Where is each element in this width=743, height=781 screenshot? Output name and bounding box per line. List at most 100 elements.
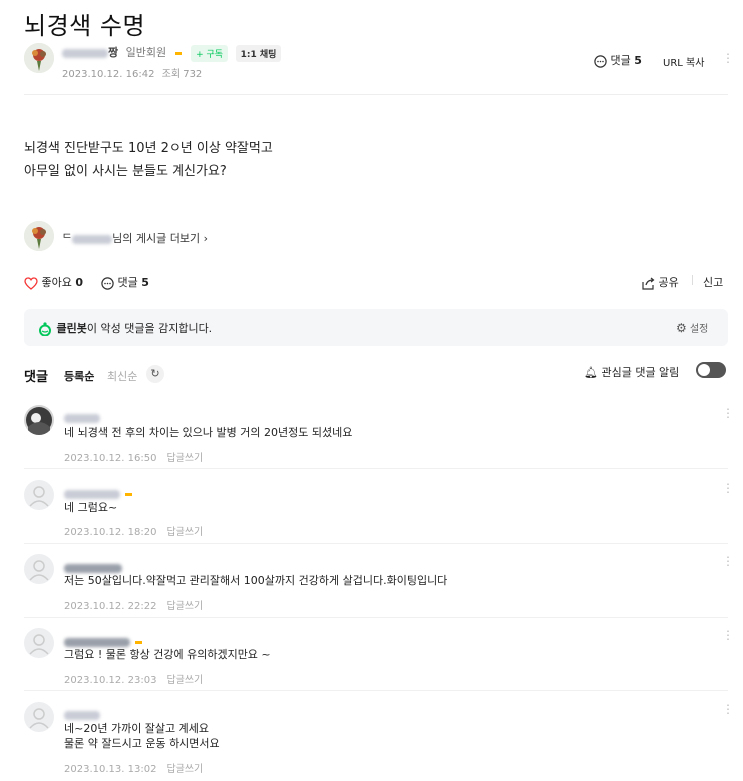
subscribe-button[interactable]: + 구독 [191,44,229,62]
grade-badge [135,641,142,644]
commenter-avatar[interactable] [24,702,54,732]
cleanbot-text: 이 악성 댓글을 감지합니다. [86,322,213,335]
post-title: 뇌경색 수명 [24,12,146,40]
default-profile-icon [29,486,49,507]
commenter-name-blurred [64,490,120,499]
like-label: 좋아요 [41,276,72,289]
comment-date: 2023.10.12. 18:20 [64,527,157,538]
post-body-line: 아무일 없이 사시는 분들도 계신가요? [24,164,227,179]
author-avatar[interactable] [24,43,54,73]
bouquet-image [24,221,54,251]
comment-bubble-icon [594,54,607,68]
post-body-line: 뇌경색 진단받구도 10년 2ㅇ년 이상 약잘먹고 [24,141,273,156]
top-comments-link[interactable]: 댓글 5 [594,52,642,68]
comment-button[interactable]: 댓글 5 [101,274,149,290]
commenter-avatar[interactable] [24,405,54,435]
grade-badge [125,493,132,496]
comment-text: 네~20년 가까이 잘살고 계세요 물론 약 잘드시고 운동 하시면서요 [64,721,220,751]
post-date: 2023.10.12. 16:42 [62,69,155,80]
header-divider [24,94,728,95]
comment-more-icon[interactable]: ⋮ [722,481,734,495]
comment-more-icon[interactable]: ⋮ [722,702,734,716]
more-posts-label: 님의 게시글 더보기 › [112,232,208,245]
author-avatar-small[interactable] [24,221,54,251]
comment-divider [24,468,728,469]
top-comments-label: 댓글 [610,54,631,67]
notify-toggle-label: 🔔︎ 관심글 댓글 알림 [584,364,679,380]
cleanbot-name: 클린봇 [56,322,87,335]
like-count: 0 [75,276,84,289]
gear-icon: ⚙ [676,321,687,335]
comment-text: 네 뇌경색 전 후의 차이는 있으나 발병 거의 20년정도 되셨네요 [64,426,353,439]
share-label: 공유 [658,276,679,289]
refresh-icon[interactable]: ↻ [146,365,164,383]
comments-title: 댓글 [24,370,48,385]
action-divider [692,275,693,285]
notify-label: 관심글 댓글 알림 [601,366,680,379]
top-comments-count: 5 [634,54,642,67]
comment-meta: 2023.10.12. 23:03 답글쓰기 [64,668,203,687]
sort-registered-tab[interactable]: 등록순 [64,368,94,384]
post-body: 뇌경색 진단받구도 10년 2ㅇ년 이상 약잘먹고 아무일 없이 사시는 분들도… [24,137,273,183]
comment-date: 2023.10.12. 16:50 [64,453,157,464]
default-profile-icon [29,560,49,581]
comment-text-line: 물론 약 잘드시고 운동 하시면서요 [64,737,220,750]
comment-meta: 2023.10.12. 22:22 답글쓰기 [64,594,203,613]
commenter-name-blurred [64,638,130,647]
commenter-name-blurred [64,711,100,720]
commenter-avatar[interactable] [24,480,54,510]
chat-button[interactable]: 1:1 채팅 [235,44,282,62]
cleanbot-banner: 클린봇이 악성 댓글을 감지합니다. ⚙ 설정 [24,309,728,346]
comment-date: 2023.10.13. 13:02 [64,764,157,775]
comment-divider [24,690,728,691]
post-meta: 2023.10.12. 16:42 조회 732 [62,65,202,80]
comment-meta: 2023.10.12. 18:20 답글쓰기 [64,520,203,539]
profile-photo [24,405,54,435]
notify-toggle[interactable] [696,362,726,378]
comment-text: 그럼요 ! 물론 항상 건강에 유의하겠지만요 ~ [64,648,271,661]
reply-button[interactable]: 답글쓰기 [166,453,203,464]
cleanbot-settings-label: 설정 [689,324,709,335]
comment-more-icon[interactable]: ⋮ [722,628,734,642]
author-name-blurred [72,234,113,244]
grade-badge [174,51,182,55]
commenter-avatar[interactable] [24,554,54,584]
commenter-avatar[interactable] [24,628,54,658]
toggle-knob [698,364,710,376]
member-grade: 일반회원 [125,46,167,59]
comment-text-line: 네~20년 가까이 잘살고 계세요 [64,722,210,735]
author-name-blurred[interactable] [62,48,108,58]
comment-count: 5 [141,276,149,289]
commenter-name-blurred [64,564,122,573]
comment-divider [24,543,728,544]
cleanbot-icon [39,322,51,336]
default-profile-icon [29,708,49,729]
share-icon [642,277,655,290]
comment-more-icon[interactable]: ⋮ [722,406,734,420]
share-button[interactable]: 공유 [641,274,679,290]
reply-button[interactable]: 답글쓰기 [166,601,203,612]
comment-more-icon[interactable]: ⋮ [722,554,734,568]
reply-button[interactable]: 답글쓰기 [166,764,203,775]
bell-icon: 🔔︎ [584,366,598,379]
cleanbot-message: 클린봇이 악성 댓글을 감지합니다. [37,320,212,336]
heart-icon [24,276,38,290]
like-button[interactable]: 좋아요 0 [24,274,83,290]
url-copy-button[interactable]: URL 복사 [663,54,704,69]
author-line: 짱 일반회원 + 구독 1:1 채팅 [62,44,282,62]
more-posts-link[interactable]: ᄃ 님의 게시글 더보기 › [62,230,208,246]
reply-button[interactable]: 답글쓰기 [166,527,203,538]
cleanbot-settings-button[interactable]: ⚙ 설정 [676,320,708,335]
bouquet-image [24,43,54,73]
comment-divider [24,617,728,618]
commenter-name-blurred [64,414,100,423]
default-profile-icon [29,634,49,655]
comment-text: 네 그럼요~ [64,501,118,514]
report-button[interactable]: 신고 [703,274,723,290]
reply-button[interactable]: 답글쓰기 [166,675,203,686]
author-name-suffix[interactable]: 짱 [108,46,118,59]
sort-latest-tab[interactable]: 최신순 [107,368,137,384]
comment-date: 2023.10.12. 23:03 [64,675,157,686]
comment-meta: 2023.10.13. 13:02 답글쓰기 [64,757,203,776]
post-more-icon[interactable]: ⋮ [722,51,734,65]
